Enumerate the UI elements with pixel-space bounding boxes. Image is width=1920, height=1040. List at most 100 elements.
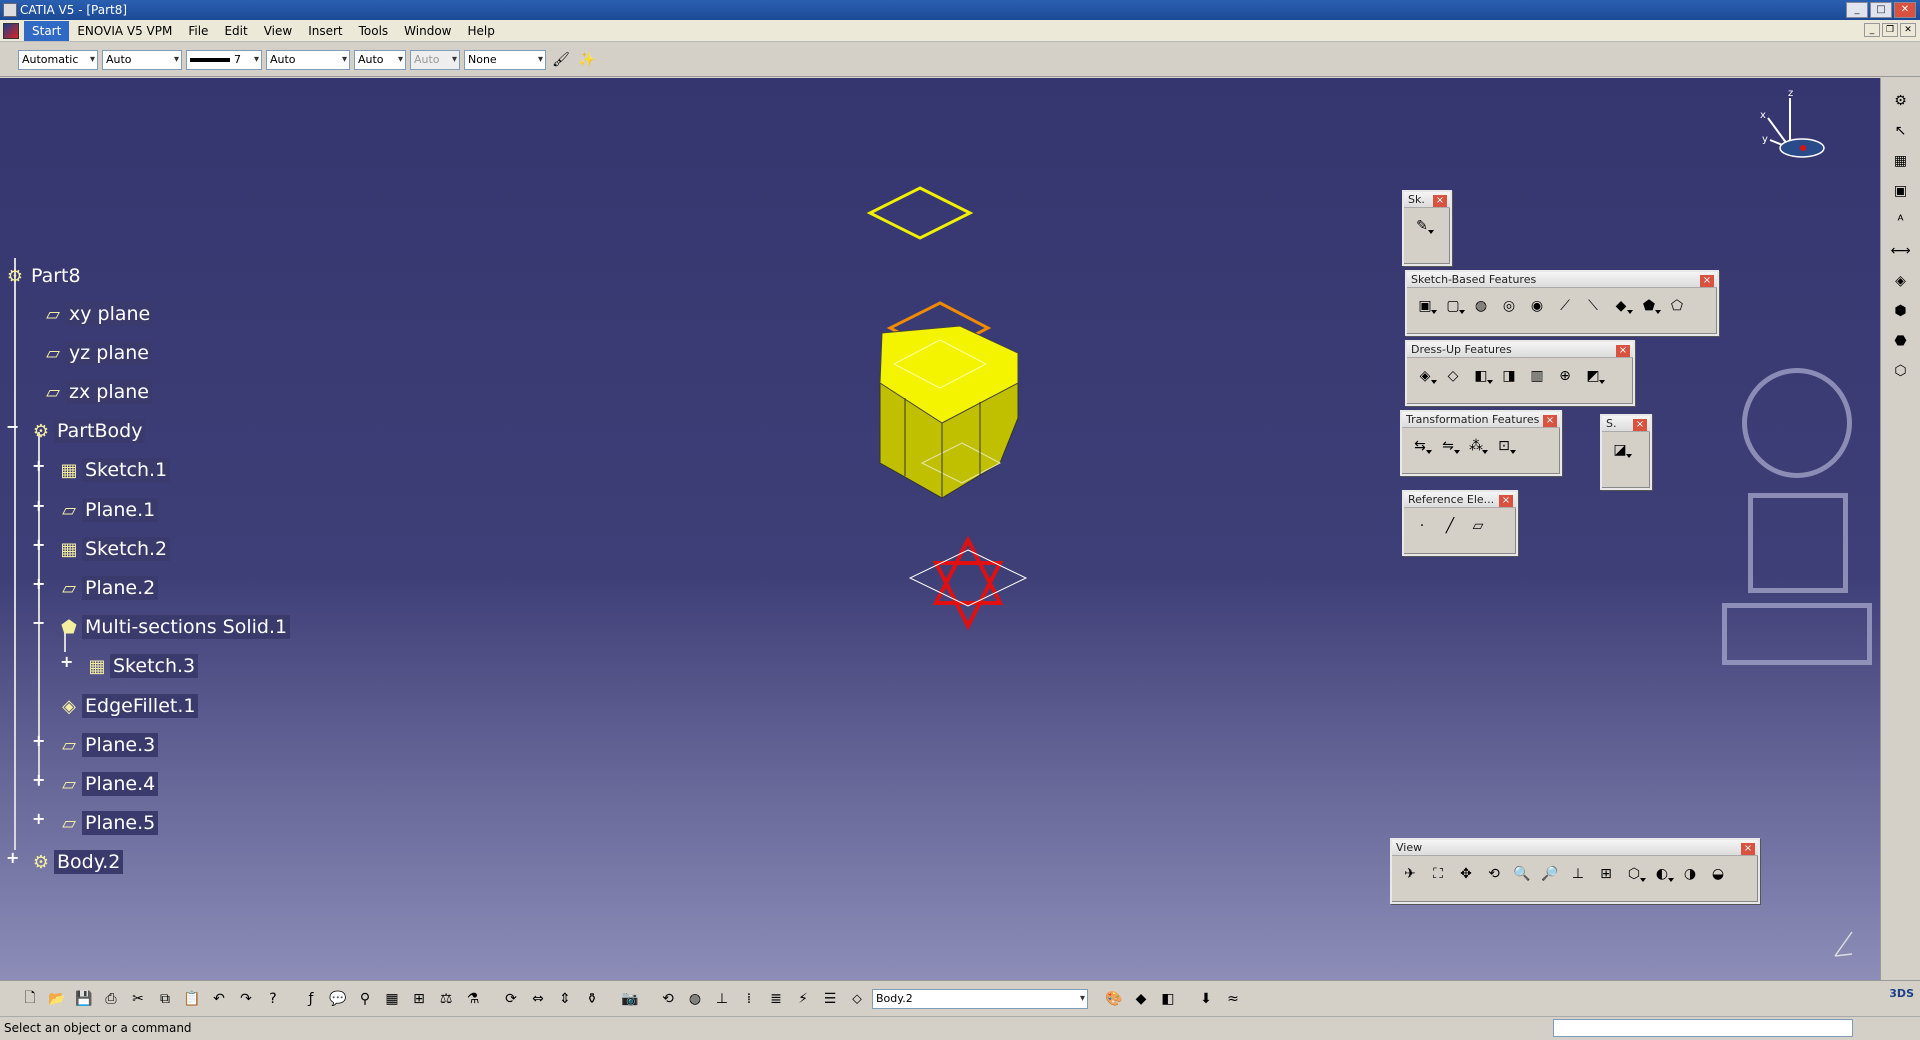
cut-icon[interactable]: ✂ <box>126 987 150 1011</box>
measure-between-icon[interactable]: ⇔ <box>526 987 550 1011</box>
curvature-icon[interactable]: ≈ <box>1221 987 1245 1011</box>
tree-node-zx-plane[interactable]: ▱ zx plane <box>40 378 152 406</box>
toolbar-dress-up-features[interactable]: Dress-Up Features × ◈ ◇ ◧ ◨ ▥ ⊕ ◩ <box>1405 340 1635 406</box>
whats-this-icon[interactable]: ? <box>261 987 285 1011</box>
toolbar-surface-based[interactable]: S. × ◪ <box>1600 414 1652 490</box>
maximize-button[interactable]: □ <box>1870 2 1892 18</box>
boolean-assemble-icon[interactable]: ⬢ <box>1889 300 1913 322</box>
tree-node-partbody[interactable]: ⚙ PartBody <box>28 417 146 445</box>
expand-icon[interactable]: + <box>6 848 19 867</box>
cycle-icon[interactable]: ⟲ <box>656 987 680 1011</box>
toolbar-sketch-based-features[interactable]: Sketch-Based Features × ▣ ▢ ◍ ◎ ◉ ⟋ ⟍ ◆ … <box>1405 270 1719 336</box>
star-sketch-triangle-b[interactable] <box>932 561 1004 631</box>
measure-inertia-icon[interactable]: ⚱ <box>580 987 604 1011</box>
collapse-icon[interactable]: − <box>32 613 45 632</box>
close-icon[interactable]: × <box>1700 275 1714 287</box>
thread-button[interactable]: ⊕ <box>1553 364 1577 388</box>
menu-window[interactable]: Window <box>396 21 459 41</box>
open-folder-icon[interactable]: 📂 <box>45 987 69 1011</box>
plane-sketch-top[interactable] <box>866 186 974 240</box>
boolean-add-icon[interactable]: ⬣ <box>1889 330 1913 352</box>
expand-icon[interactable]: + <box>32 731 45 750</box>
menu-tools[interactable]: Tools <box>351 21 397 41</box>
close-icon[interactable]: × <box>1633 419 1647 431</box>
current-body-combo[interactable]: Body.2 <box>872 988 1088 1009</box>
minimize-button[interactable]: _ <box>1846 2 1868 18</box>
line-type-combo[interactable]: Auto <box>266 49 350 70</box>
close-icon[interactable]: × <box>1433 195 1447 207</box>
power-input-field[interactable] <box>1553 1019 1853 1037</box>
menu-insert[interactable]: Insert <box>300 21 350 41</box>
tree-node-plane1[interactable]: ▱ Plane.1 <box>56 496 159 524</box>
formula-icon[interactable]: ƒ <box>299 987 323 1011</box>
close-icon[interactable]: × <box>1499 495 1513 507</box>
render-icon[interactable]: ◧ <box>1156 987 1180 1011</box>
design-table-icon[interactable]: ▦ <box>380 987 404 1011</box>
tree-node-body2[interactable]: ⚙ Body.2 <box>28 848 124 876</box>
tree-node-root[interactable]: ⚙ Part8 <box>2 262 84 290</box>
tree-node-plane2[interactable]: ▱ Plane.2 <box>56 574 159 602</box>
scaling-button[interactable]: ⊡ <box>1492 434 1516 458</box>
remove-face-button[interactable]: ◩ <box>1581 364 1605 388</box>
close-button[interactable]: ✕ <box>1894 2 1916 18</box>
layer-combo[interactable]: Auto <box>354 49 406 70</box>
comment-icon[interactable]: 💬 <box>326 987 350 1011</box>
pattern-button[interactable]: ⁂ <box>1464 434 1488 458</box>
toolbar-reference-elements[interactable]: Reference Ele... × · ╱ ▱ <box>1402 490 1518 556</box>
undo-icon[interactable]: ↶ <box>207 987 231 1011</box>
multi-sections-solid-button[interactable]: ⬟ <box>1637 294 1661 318</box>
list-icon[interactable]: ☰ <box>818 987 842 1011</box>
rendering-combo[interactable]: Auto <box>410 49 460 70</box>
knowledge-icon[interactable]: ⚲ <box>353 987 377 1011</box>
globe-icon[interactable]: ◍ <box>683 987 707 1011</box>
shell-button[interactable]: ◨ <box>1497 364 1521 388</box>
tree-node-plane3[interactable]: ▱ Plane.3 <box>56 731 159 759</box>
measure-item-icon[interactable]: ⇕ <box>553 987 577 1011</box>
3d-viewport[interactable]: ⚙ Part8 ▱ xy plane ▱ yz plane ▱ zx plane… <box>0 78 1880 980</box>
snap-icon[interactable]: ⚡ <box>791 987 815 1011</box>
expand-icon[interactable]: + <box>32 496 45 515</box>
edge-fillet-button[interactable]: ◈ <box>1413 364 1437 388</box>
binary-icon[interactable]: ⁞ <box>737 987 761 1011</box>
pocket-button[interactable]: ▢ <box>1441 294 1465 318</box>
close-icon[interactable]: × <box>1741 843 1755 855</box>
compass-widget[interactable]: z x y <box>1750 88 1830 168</box>
part-geometry[interactable] <box>850 158 1050 758</box>
rib-button[interactable]: ⟋ <box>1553 294 1577 318</box>
stiffener-button[interactable]: ◆ <box>1609 294 1633 318</box>
thickness-button[interactable]: ▥ <box>1525 364 1549 388</box>
tree-node-multisection[interactable]: ⬟ Multi-sections Solid.1 <box>56 613 291 641</box>
tree-node-edgefillet[interactable]: ◈ EdgeFillet.1 <box>56 692 199 720</box>
new-file-icon[interactable]: 🗋 <box>18 987 42 1011</box>
doc-minimize-button[interactable]: _ <box>1864 23 1880 37</box>
translation-button[interactable]: ⇆ <box>1408 434 1432 458</box>
measure-icon[interactable]: ⟷ <box>1889 240 1913 262</box>
analysis-icon[interactable]: ⬇ <box>1194 987 1218 1011</box>
isometric-view-button[interactable]: ⬡ <box>1622 862 1646 886</box>
line-button[interactable]: ╱ <box>1438 514 1462 538</box>
print-icon[interactable]: ⎙ <box>99 987 123 1011</box>
expand-icon[interactable]: + <box>32 770 45 789</box>
fly-mode-button[interactable]: ✈ <box>1398 862 1422 886</box>
normal-view-button[interactable]: ⊥ <box>1566 862 1590 886</box>
zoom-in-button[interactable]: 🔍 <box>1510 862 1534 886</box>
gear-icon[interactable]: ⚙ <box>1889 90 1913 112</box>
capture-icon[interactable]: 📷 <box>618 987 642 1011</box>
redo-icon[interactable]: ↷ <box>234 987 258 1011</box>
toolbar-sketcher[interactable]: Sk. × ✎ <box>1402 190 1452 266</box>
expand-icon[interactable]: + <box>32 809 45 828</box>
update-icon[interactable]: ⟳ <box>499 987 523 1011</box>
hole-button[interactable]: ◉ <box>1525 294 1549 318</box>
fit-all-in-button[interactable]: ⛶ <box>1426 862 1450 886</box>
expand-icon[interactable]: + <box>32 535 45 554</box>
save-icon[interactable]: 💾 <box>72 987 96 1011</box>
rotate-button[interactable]: ⟲ <box>1482 862 1506 886</box>
pad-button[interactable]: ▣ <box>1413 294 1437 318</box>
shaft-button[interactable]: ◍ <box>1469 294 1493 318</box>
doc-restore-button[interactable]: ❐ <box>1882 23 1898 37</box>
boolean-remove-icon[interactable]: ⬡ <box>1889 360 1913 382</box>
tree-node-yz-plane[interactable]: ▱ yz plane <box>40 339 152 367</box>
doc-close-button[interactable]: ✕ <box>1900 23 1916 37</box>
menu-view[interactable]: View <box>256 21 300 41</box>
groove-button[interactable]: ◎ <box>1497 294 1521 318</box>
